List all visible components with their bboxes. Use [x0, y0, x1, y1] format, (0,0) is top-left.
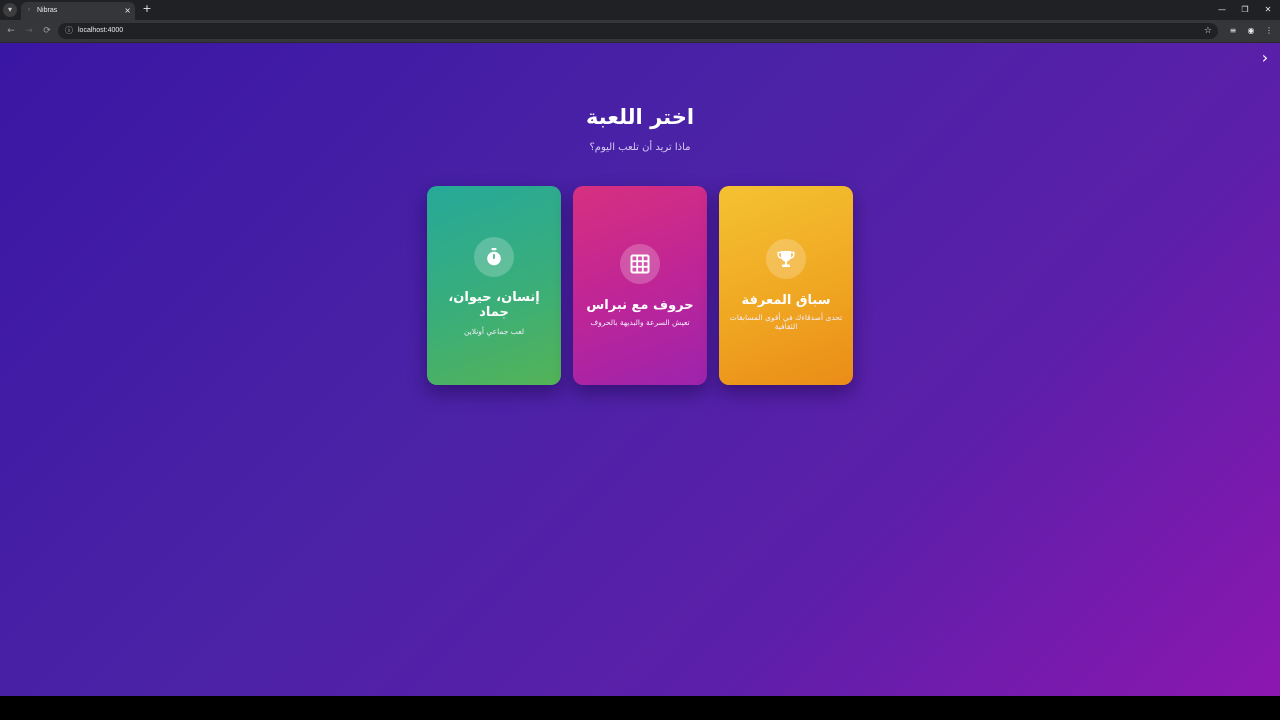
menu-kebab-icon[interactable]: ⋮	[1262, 24, 1276, 38]
trophy-icon	[766, 239, 806, 279]
url-text[interactable]: localhost:4000	[78, 25, 123, 37]
stopwatch-icon	[474, 237, 514, 277]
address-bar[interactable]: ⓘ localhost:4000 ☆	[58, 23, 1218, 39]
bottom-bar	[0, 696, 1280, 720]
restore-button[interactable]: ❐	[1235, 3, 1255, 17]
page-title: اختر اللعبة	[585, 105, 695, 129]
browser-tab-bar: ▾ ◦ Nibras × + — ❐ ✕	[0, 0, 1280, 20]
card-title: إنسان، حيوان، جماد	[448, 290, 540, 320]
tab-close-icon[interactable]: ×	[124, 5, 131, 17]
site-info-icon[interactable]: ⓘ	[64, 26, 74, 36]
grid-icon	[620, 244, 660, 284]
bookmark-star-icon[interactable]: ☆	[1204, 25, 1212, 37]
tab-search-icon[interactable]: ▾	[3, 3, 17, 17]
minimize-button[interactable]: —	[1212, 3, 1232, 17]
game-card-human-animal-object[interactable]: إنسان، حيوان، جماد لعب جماعي أونلاين	[427, 186, 561, 385]
close-window-button[interactable]: ✕	[1258, 3, 1278, 17]
forward-icon[interactable]: →	[22, 24, 36, 38]
reload-icon[interactable]: ⟳	[40, 24, 54, 38]
card-title: سباق المعرفة	[741, 293, 831, 308]
new-tab-button[interactable]: +	[140, 2, 154, 16]
card-description: لعب جماعي أونلاين	[463, 327, 525, 336]
profile-icon[interactable]: ◉	[1244, 24, 1258, 38]
tab-title: Nibras	[37, 7, 58, 14]
browser-tab[interactable]: ◦ Nibras ×	[21, 2, 135, 20]
page-subtitle: ماذا تريد أن تلعب اليوم؟	[589, 142, 691, 153]
media-controls-icon[interactable]: ≡	[1226, 24, 1240, 38]
browser-toolbar: ← → ⟳ ⓘ localhost:4000 ☆ ≡ ◉ ⋮	[0, 20, 1280, 43]
back-icon[interactable]: ←	[4, 24, 18, 38]
card-description: تعيش السرعة والبديهة بالحروف	[590, 318, 690, 327]
game-card-knowledge-race[interactable]: سباق المعرفة تحدى أصدقاءك في أقوى المساب…	[719, 186, 853, 385]
card-description: تحدى أصدقاءك في أقوى المسابقات الثقافية	[729, 313, 843, 331]
favicon-icon: ◦	[27, 6, 32, 14]
card-title: حروف مع نبراس	[586, 298, 694, 313]
game-selection-page: › اختر اللعبة ماذا تريد أن تلعب اليوم؟ إ…	[0, 43, 1280, 696]
chevron-right-icon[interactable]: ›	[1258, 49, 1272, 67]
game-card-letters-with-nibras[interactable]: حروف مع نبراس تعيش السرعة والبديهة بالحر…	[573, 186, 707, 385]
